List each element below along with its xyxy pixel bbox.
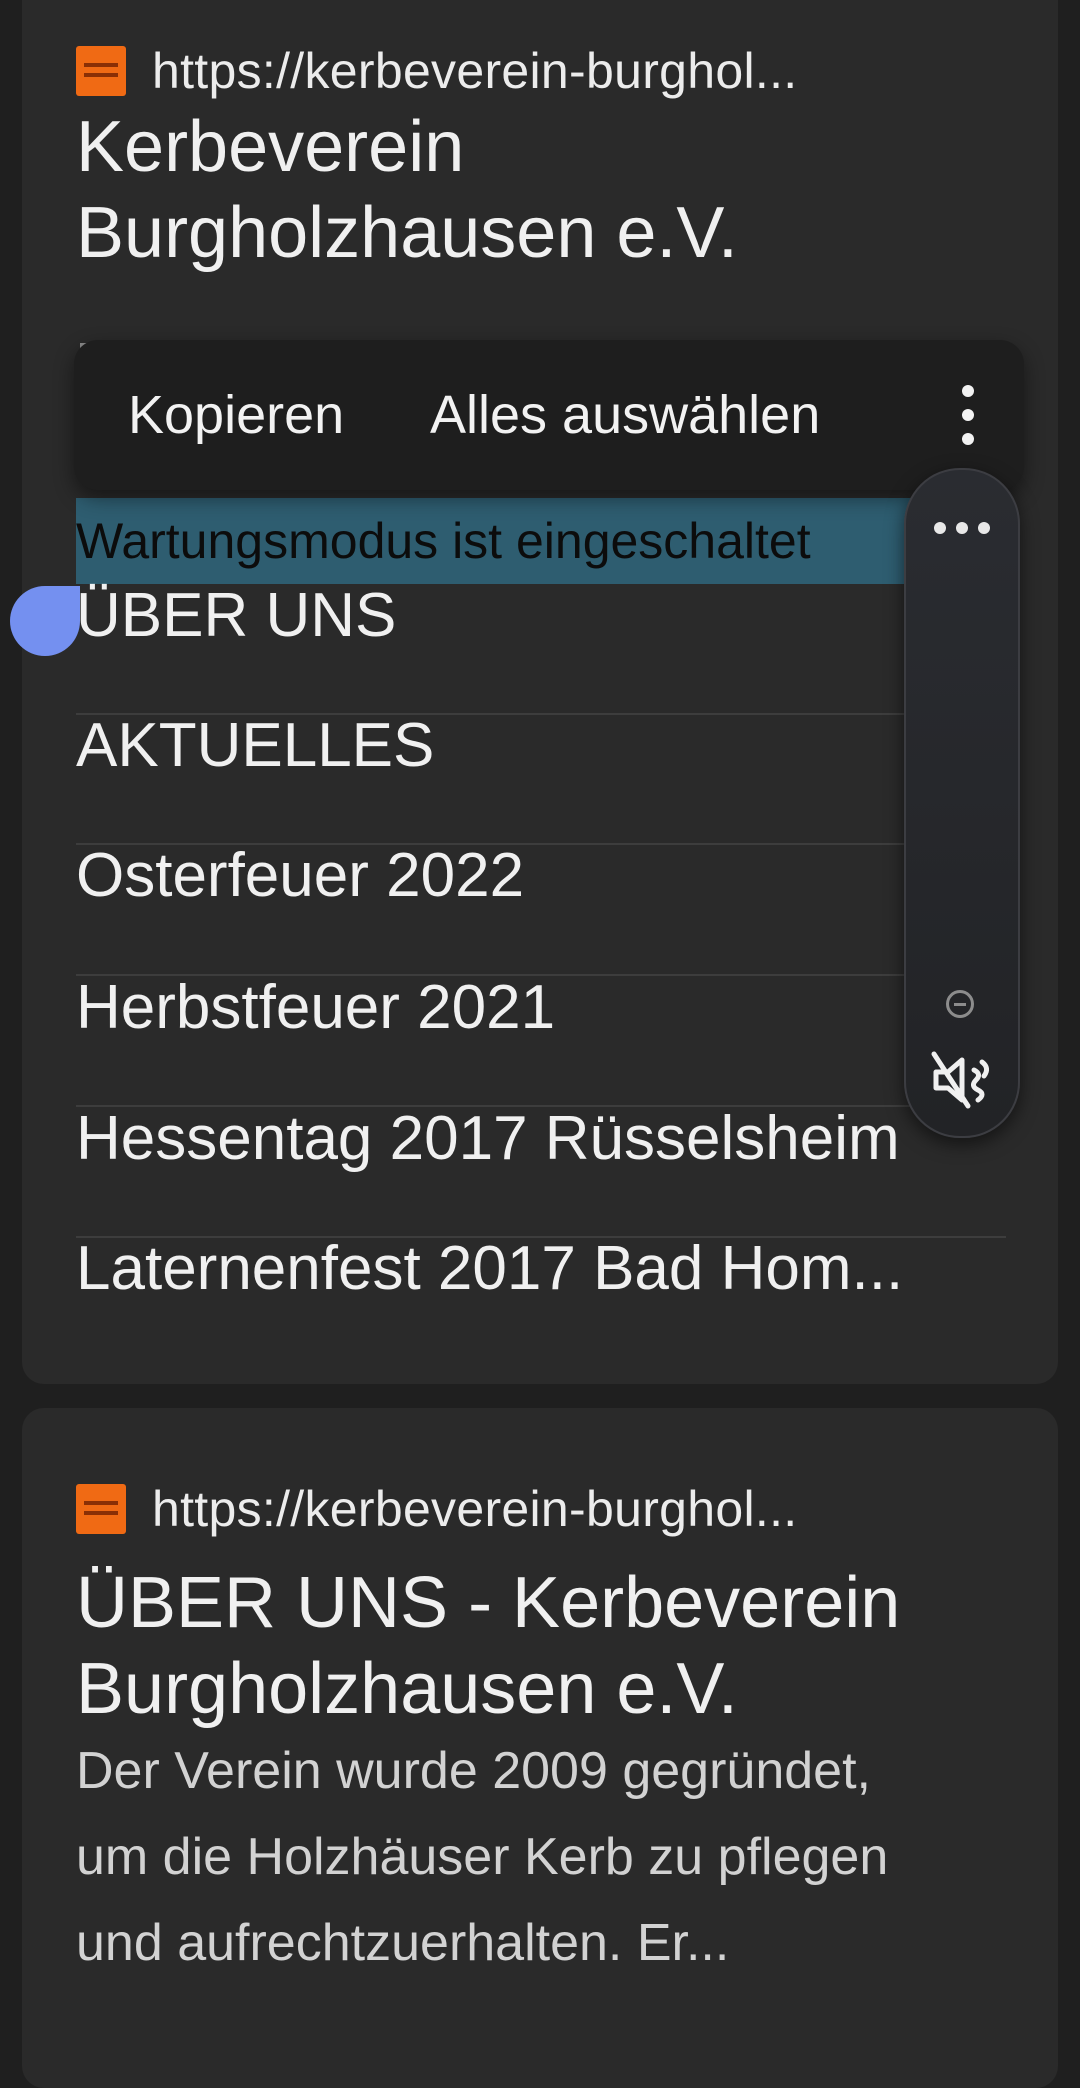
more-vert-icon[interactable]: [956, 385, 980, 445]
minus-circle-icon[interactable]: [946, 990, 974, 1018]
sitelink[interactable]: AKTUELLES: [76, 710, 1028, 781]
volume-mute-icon[interactable]: [930, 1048, 994, 1112]
snippet-line: Der Verein wurde 2009 gegründet,: [76, 1742, 871, 1800]
sitelink[interactable]: Herbstfeuer 2021: [76, 972, 1028, 1043]
sitelink[interactable]: ÜBER UNS: [76, 580, 1028, 651]
favicon-icon: [76, 1484, 126, 1534]
select-all-button[interactable]: Alles auswählen: [430, 340, 820, 490]
volume-panel[interactable]: [904, 468, 1020, 1138]
result-url-row[interactable]: https://kerbeverein-burghol...: [76, 1480, 797, 1538]
selected-text[interactable]: Wartungsmodus ist eingeschaltet: [76, 498, 956, 584]
result-url-row[interactable]: https://kerbeverein-burghol...: [76, 42, 797, 100]
result-title-line: Burgholzhausen e.V.: [76, 1649, 738, 1729]
selection-handle[interactable]: [10, 586, 80, 656]
result-url[interactable]: https://kerbeverein-burghol...: [152, 1480, 797, 1538]
more-horiz-icon[interactable]: [934, 522, 990, 534]
sitelink[interactable]: Laternenfest 2017 Bad Hom...: [76, 1233, 1028, 1304]
result-title-line: ÜBER UNS - Kerbeverein: [76, 1563, 901, 1643]
result-title-line: Burgholzhausen e.V.: [76, 193, 738, 273]
result-title-line: Kerbeverein: [76, 107, 465, 187]
search-result-card[interactable]: https://kerbeverein-burghol... ÜBER UNS …: [22, 1408, 1058, 2088]
result-snippet: Der Verein wurde 2009 gegründet, um die …: [76, 1728, 1036, 1986]
sitelink[interactable]: Osterfeuer 2022: [76, 840, 1028, 911]
text-selection-toolbar: Kopieren Alles auswählen: [74, 340, 1024, 490]
snippet-line: und aufrechtzuerhalten. Er...: [76, 1914, 730, 1972]
result-title[interactable]: Kerbeverein Burgholzhausen e.V.: [76, 104, 1036, 276]
snippet-line: um die Holzhäuser Kerb zu pflegen: [76, 1828, 889, 1886]
sitelink[interactable]: Hessentag 2017 Rüsselsheim: [76, 1103, 1028, 1174]
search-result-card[interactable]: https://kerbeverein-burghol... Kerbevere…: [22, 0, 1058, 1384]
result-url[interactable]: https://kerbeverein-burghol...: [152, 42, 797, 100]
copy-button[interactable]: Kopieren: [128, 340, 344, 490]
result-title[interactable]: ÜBER UNS - Kerbeverein Burgholzhausen e.…: [76, 1560, 1036, 1732]
favicon-icon: [76, 46, 126, 96]
